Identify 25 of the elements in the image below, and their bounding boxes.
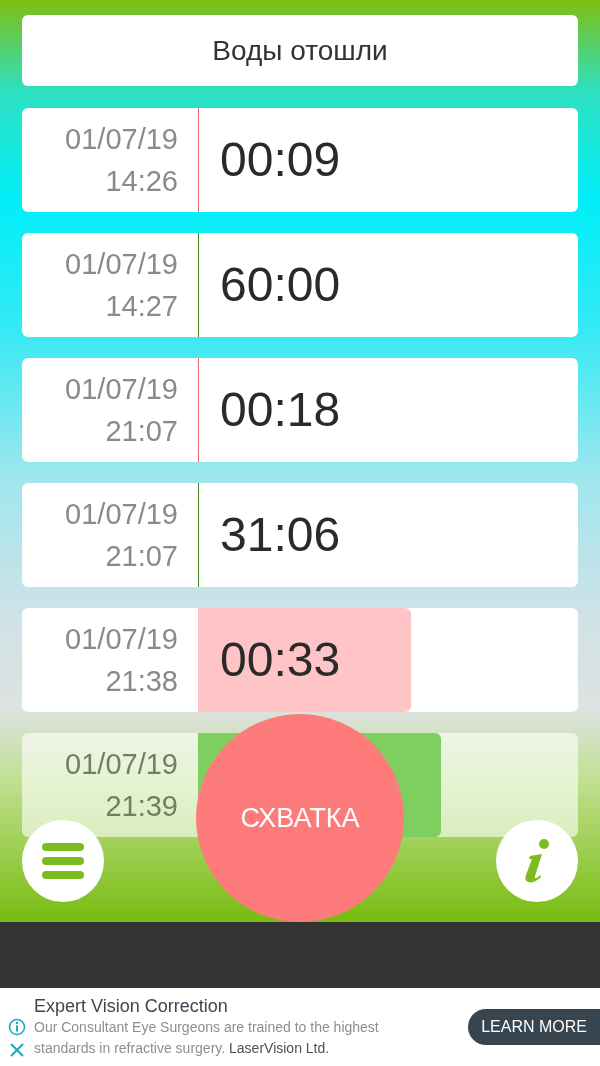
- ad-title: Expert Vision Correction: [34, 995, 229, 1017]
- ad-text: Our Consultant Eye Surgeons are trained to the highest standards in refractive surgery. LaserVision Ltd.: [34, 1018, 380, 1058]
- learn-more-button[interactable]: LEARN MORE: [468, 1009, 600, 1045]
- entry-duration: 31:06: [219, 507, 341, 563]
- entry-date: 01/07/19: [65, 747, 178, 782]
- info-icon[interactable]: [8, 1018, 26, 1036]
- menu-icon: [42, 843, 84, 879]
- entry-date: 01/07/19: [65, 497, 178, 532]
- entry-time: 21:07: [105, 414, 178, 449]
- close-icon[interactable]: [9, 1042, 25, 1058]
- info-icon: [522, 838, 552, 884]
- entry-date: 01/07/19: [65, 622, 178, 657]
- entry-date: 01/07/19: [65, 372, 178, 407]
- entry-duration: 60:00: [219, 257, 341, 313]
- entry-time: 14:26: [105, 164, 178, 199]
- entry-duration: 00:18: [219, 382, 341, 438]
- entry-duration: 00:09: [219, 132, 341, 188]
- entry-time: 21:07: [105, 539, 178, 574]
- entry-time: 14:27: [105, 289, 178, 324]
- header-button[interactable]: Воды отошли: [22, 15, 578, 86]
- entry-date: 01/07/19: [65, 122, 178, 157]
- entry-date: 01/07/19: [65, 247, 178, 282]
- entry-duration: 00:33: [219, 632, 341, 688]
- entry-time: 21:38: [105, 664, 178, 699]
- entry-time: 21:39: [105, 789, 178, 824]
